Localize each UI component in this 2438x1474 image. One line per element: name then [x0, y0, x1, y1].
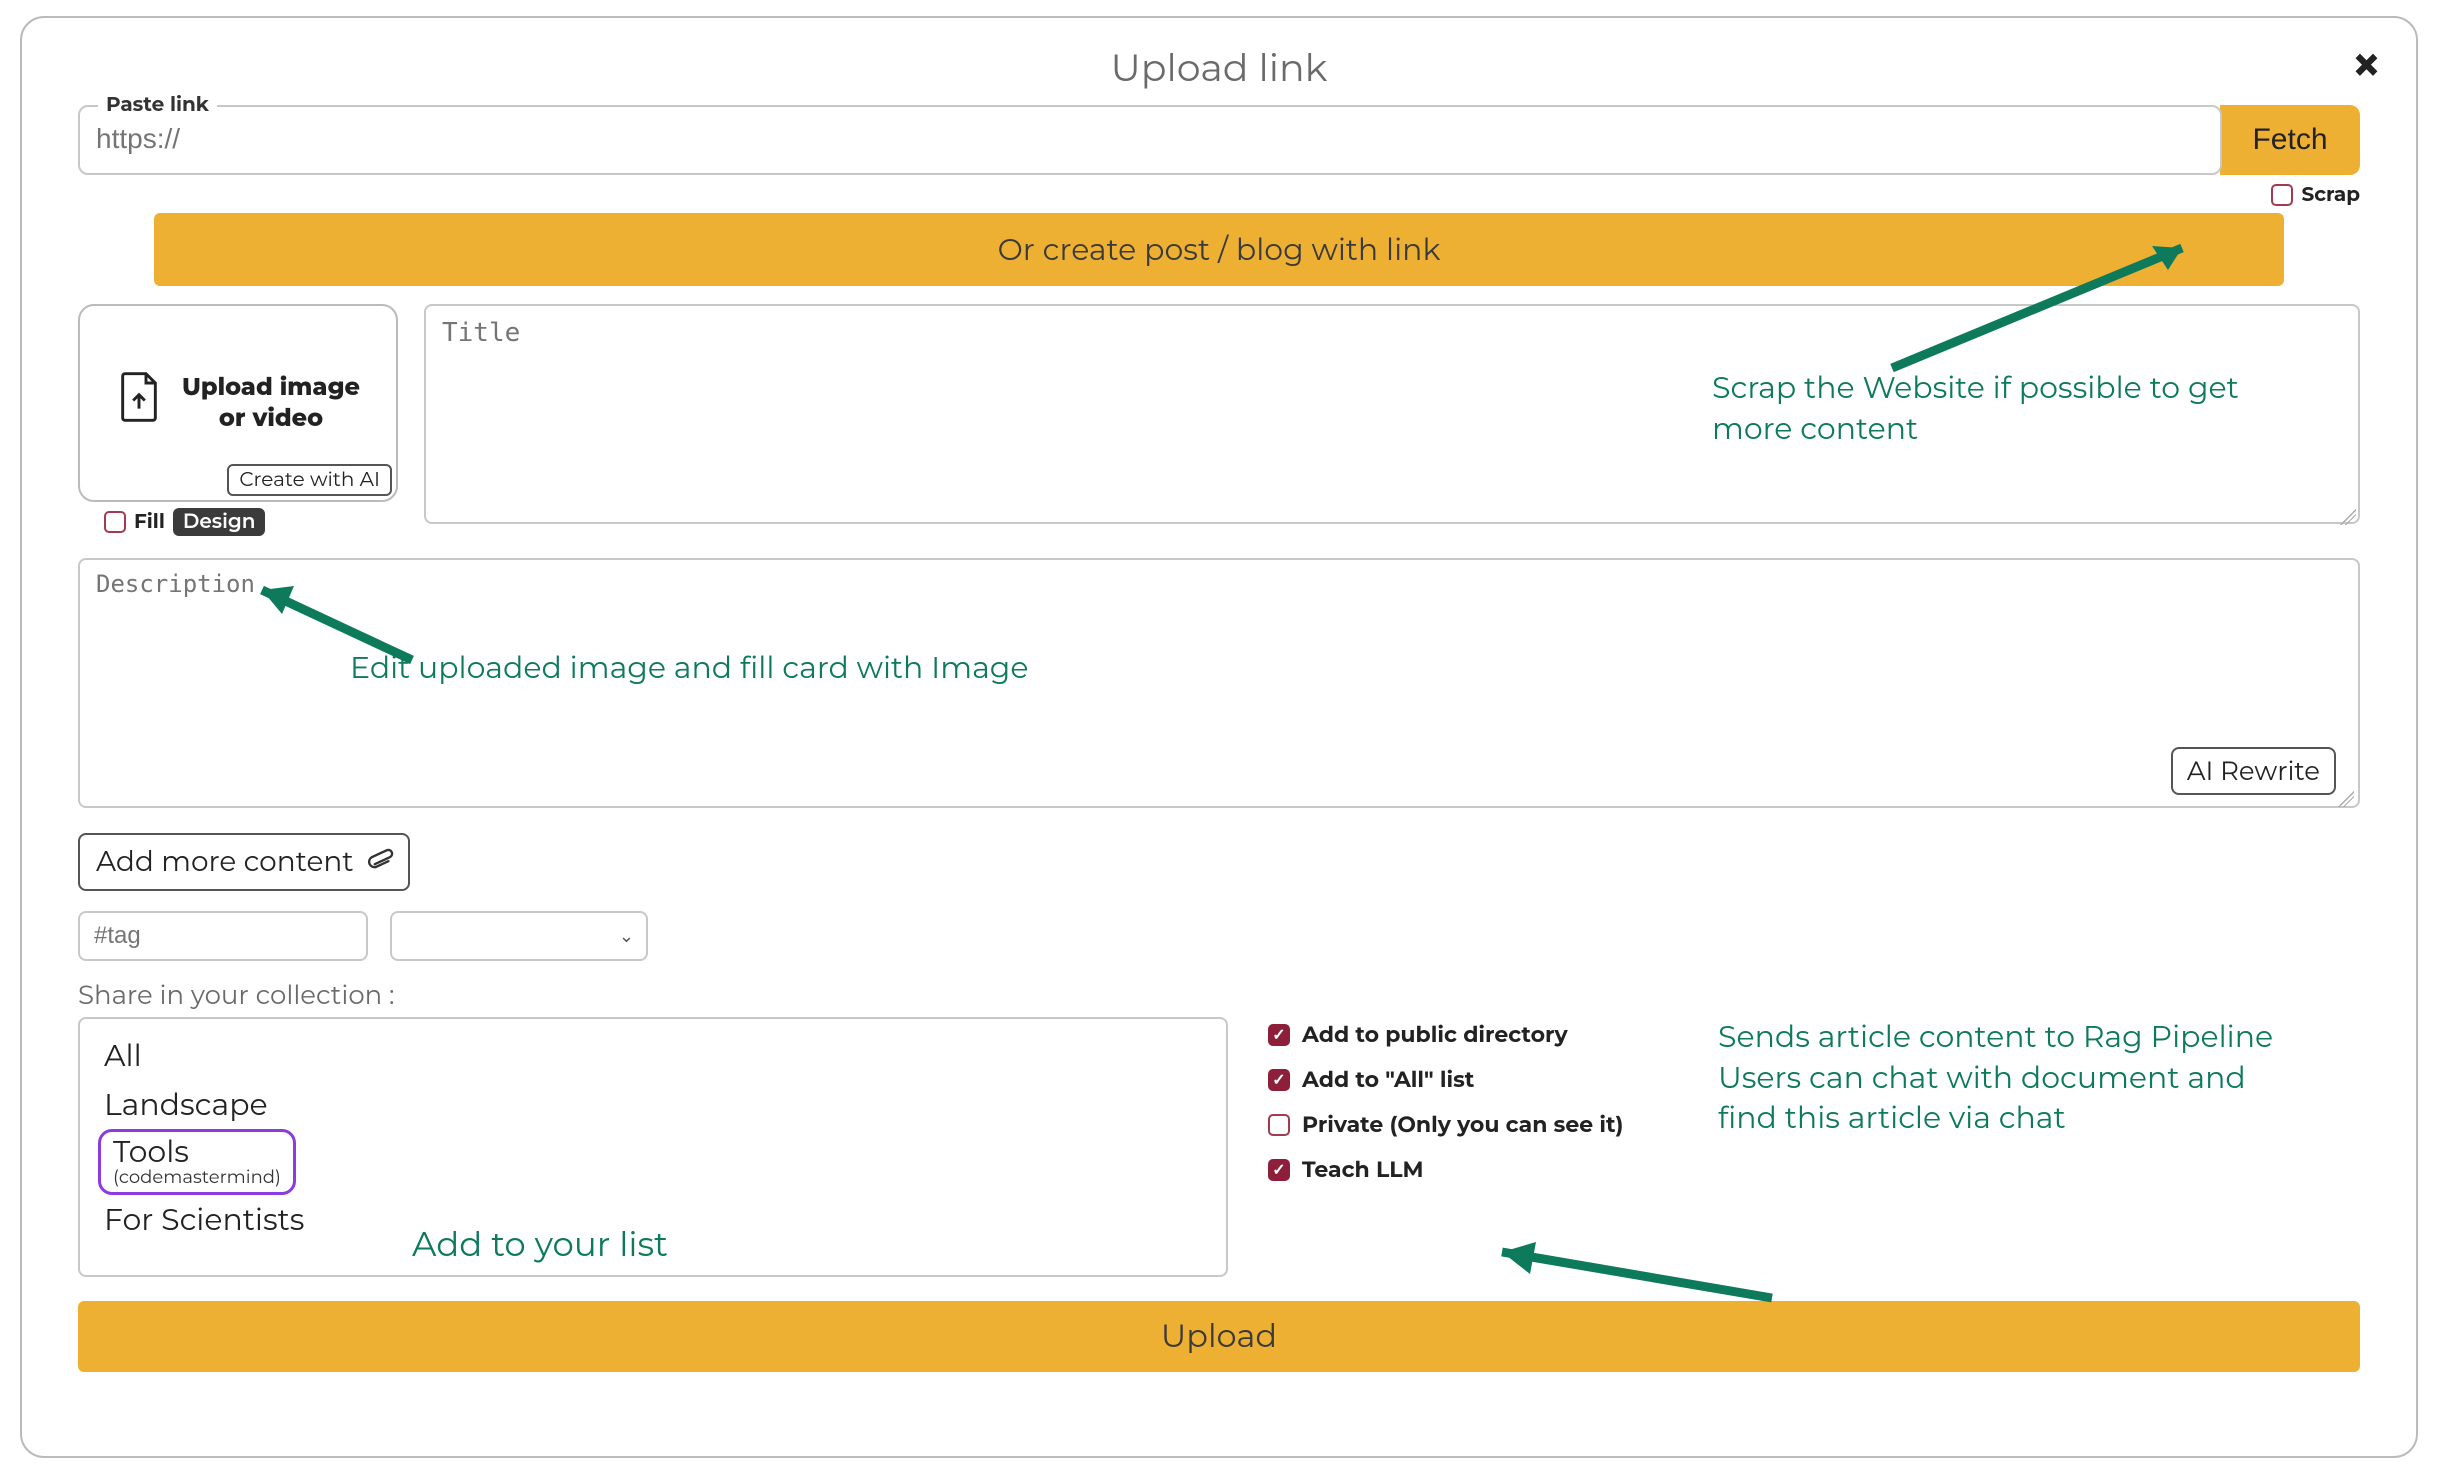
collection-item-label: Tools: [113, 1133, 189, 1170]
resize-grip-icon[interactable]: [2340, 509, 2356, 525]
collection-item-tools[interactable]: Tools (codemastermind): [98, 1129, 296, 1195]
upload-link-modal: × Upload link Paste link Fetch Scrap Or …: [20, 16, 2418, 1458]
upload-card-text: Upload image or video: [181, 372, 361, 434]
collection-item-all[interactable]: All: [98, 1031, 1208, 1080]
option-teach-llm[interactable]: Teach LLM: [1268, 1156, 1688, 1183]
create-post-bar[interactable]: Or create post / blog with link: [154, 213, 2284, 286]
fill-label: Fill: [134, 510, 165, 534]
design-button[interactable]: Design: [173, 508, 266, 536]
checkbox-checked-icon[interactable]: [1268, 1159, 1290, 1181]
checkbox-checked-icon[interactable]: [1268, 1069, 1290, 1091]
title-input[interactable]: [424, 304, 2360, 524]
fetch-button[interactable]: Fetch: [2220, 105, 2360, 175]
option-label: Add to "All" list: [1302, 1066, 1474, 1093]
add-more-label: Add more content: [96, 845, 354, 879]
paste-link-field: Paste link: [78, 105, 2222, 175]
option-private[interactable]: Private (Only you can see it): [1268, 1111, 1688, 1138]
share-label: Share in your collection :: [78, 979, 2386, 1011]
paperclip-icon: [360, 840, 397, 885]
paste-link-input[interactable]: [94, 115, 2206, 163]
option-label: Private (Only you can see it): [1302, 1111, 1623, 1138]
checkbox-icon[interactable]: [1268, 1114, 1290, 1136]
add-more-content-button[interactable]: Add more content: [78, 833, 410, 891]
annotation-teach: Users can chat with document and: [1718, 1058, 2360, 1099]
option-add-all[interactable]: Add to "All" list: [1268, 1066, 1688, 1093]
modal-title: Upload link: [52, 44, 2386, 91]
option-label: Teach LLM: [1302, 1156, 1424, 1183]
collection-item-sub: (codemastermind): [113, 1168, 281, 1187]
collection-item-landscape[interactable]: Landscape: [98, 1080, 1208, 1129]
scrap-label: Scrap: [2301, 183, 2360, 207]
resize-grip-icon[interactable]: [2338, 791, 2354, 807]
options-checklist: Add to public directory Add to "All" lis…: [1268, 1017, 1688, 1277]
annotation-teach: find this article via chat: [1718, 1098, 2360, 1139]
description-input[interactable]: [78, 558, 2360, 808]
collection-item-scientists[interactable]: For Scientists: [98, 1195, 1208, 1244]
annotation-teach: Sends article content to Rag Pipeline: [1718, 1017, 2360, 1058]
create-with-ai-button[interactable]: Create with AI: [227, 464, 392, 496]
collections-list[interactable]: All Landscape Tools (codemastermind) For…: [78, 1017, 1228, 1277]
ai-rewrite-button[interactable]: AI Rewrite: [2171, 747, 2336, 795]
tag-select[interactable]: [390, 911, 648, 961]
upload-button[interactable]: Upload: [78, 1301, 2360, 1372]
upload-media-card[interactable]: Upload image or video Create with AI: [78, 304, 398, 502]
upload-icon: [115, 369, 163, 437]
paste-link-legend: Paste link: [98, 93, 217, 117]
close-icon[interactable]: ×: [2351, 40, 2382, 92]
tag-input[interactable]: [78, 911, 368, 961]
scrap-checkbox[interactable]: [2271, 184, 2293, 206]
fill-checkbox[interactable]: [104, 511, 126, 533]
checkbox-checked-icon[interactable]: [1268, 1024, 1290, 1046]
option-public-directory[interactable]: Add to public directory: [1268, 1021, 1688, 1048]
option-label: Add to public directory: [1302, 1021, 1568, 1048]
